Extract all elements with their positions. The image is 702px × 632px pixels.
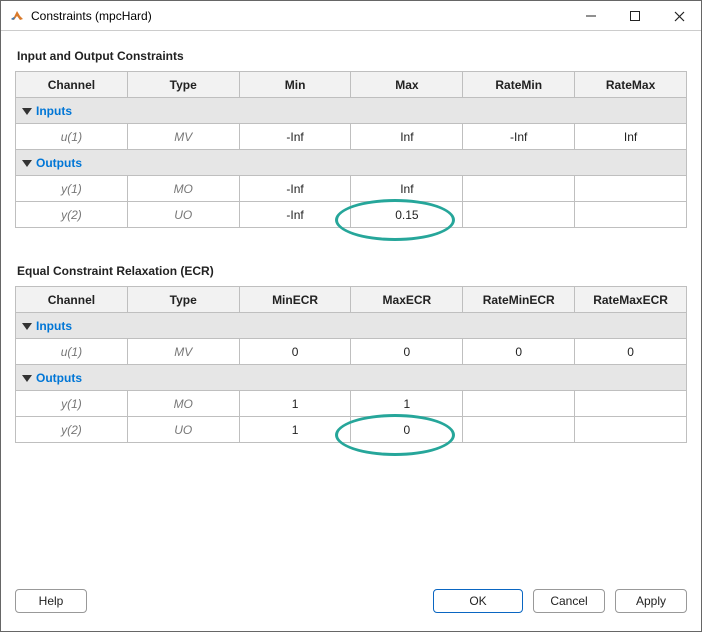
group-inputs[interactable]: Inputs [16,313,687,339]
cell-type: MV [127,124,239,150]
cell-min[interactable]: -Inf [239,202,351,228]
col-channel: Channel [16,287,128,313]
cell-max[interactable]: Inf [351,124,463,150]
cell-max[interactable]: 0.15 [351,202,463,228]
cell-minecr[interactable]: 1 [239,417,351,443]
table-row: y(2) UO -Inf 0.15 [16,202,687,228]
cell-rateminecr[interactable]: 0 [463,339,575,365]
col-max: Max [351,72,463,98]
cell-type: UO [127,202,239,228]
close-button[interactable] [657,1,701,31]
cell-max[interactable]: Inf [351,176,463,202]
cell-ratemaxecr [575,391,687,417]
col-type: Type [127,72,239,98]
col-ratemaxecr: RateMaxECR [575,287,687,313]
col-ratemax: RateMax [575,72,687,98]
constraints-table: Channel Type Min Max RateMin RateMax Inp… [15,71,687,228]
cell-ratemax [575,202,687,228]
table-row: y(1) MO 1 1 [16,391,687,417]
collapse-icon [22,323,32,330]
constraints-table-wrap: Channel Type Min Max RateMin RateMax Inp… [15,71,687,228]
cell-type: MO [127,391,239,417]
cancel-button[interactable]: Cancel [533,589,605,613]
cell-ratemin [463,176,575,202]
collapse-icon [22,108,32,115]
col-rateminecr: RateMinECR [463,287,575,313]
cell-minecr[interactable]: 0 [239,339,351,365]
cell-rateminecr [463,391,575,417]
cell-channel: u(1) [16,339,128,365]
section1-title: Input and Output Constraints [17,49,687,63]
window-title: Constraints (mpcHard) [31,9,152,23]
group-inputs-label: Inputs [36,104,72,118]
group-inputs-label: Inputs [36,319,72,333]
cell-ratemaxecr[interactable]: 0 [575,339,687,365]
table-row: u(1) MV -Inf Inf -Inf Inf [16,124,687,150]
group-outputs-label: Outputs [36,156,82,170]
apply-button[interactable]: Apply [615,589,687,613]
col-channel: Channel [16,72,128,98]
cell-maxecr[interactable]: 0 [351,417,463,443]
cell-type: MO [127,176,239,202]
cell-ratemax [575,176,687,202]
collapse-icon [22,160,32,167]
cell-channel: y(2) [16,417,128,443]
col-min: Min [239,72,351,98]
cell-min[interactable]: -Inf [239,124,351,150]
cell-min[interactable]: -Inf [239,176,351,202]
content-area: Input and Output Constraints Channel Typ… [1,31,701,583]
table-row: u(1) MV 0 0 0 0 [16,339,687,365]
minimize-button[interactable] [569,1,613,31]
cell-ratemax[interactable]: Inf [575,124,687,150]
group-outputs[interactable]: Outputs [16,365,687,391]
table-row: y(1) MO -Inf Inf [16,176,687,202]
section2-title: Equal Constraint Relaxation (ECR) [17,264,687,278]
cell-channel: y(1) [16,176,128,202]
cell-maxecr[interactable]: 1 [351,391,463,417]
cell-minecr[interactable]: 1 [239,391,351,417]
table-header-row: Channel Type Min Max RateMin RateMax [16,72,687,98]
cell-channel: y(1) [16,391,128,417]
group-outputs-label: Outputs [36,371,82,385]
help-button[interactable]: Help [15,589,87,613]
ecr-table: Channel Type MinECR MaxECR RateMinECR Ra… [15,286,687,443]
cell-channel: y(2) [16,202,128,228]
cell-ratemin[interactable]: -Inf [463,124,575,150]
cell-channel: u(1) [16,124,128,150]
cell-type: MV [127,339,239,365]
group-outputs[interactable]: Outputs [16,150,687,176]
button-bar: Help OK Cancel Apply [1,583,701,631]
cell-rateminecr [463,417,575,443]
cell-type: UO [127,417,239,443]
cell-ratemaxecr [575,417,687,443]
table-header-row: Channel Type MinECR MaxECR RateMinECR Ra… [16,287,687,313]
matlab-icon [9,8,25,24]
table-row: y(2) UO 1 0 [16,417,687,443]
col-ratemin: RateMin [463,72,575,98]
maximize-button[interactable] [613,1,657,31]
cell-maxecr[interactable]: 0 [351,339,463,365]
group-inputs[interactable]: Inputs [16,98,687,124]
titlebar[interactable]: Constraints (mpcHard) [1,1,701,31]
col-maxecr: MaxECR [351,287,463,313]
constraints-window: Constraints (mpcHard) Input and Output C… [0,0,702,632]
col-type: Type [127,287,239,313]
ecr-table-wrap: Channel Type MinECR MaxECR RateMinECR Ra… [15,286,687,443]
cell-ratemin [463,202,575,228]
col-minecr: MinECR [239,287,351,313]
collapse-icon [22,375,32,382]
ok-button[interactable]: OK [433,589,523,613]
